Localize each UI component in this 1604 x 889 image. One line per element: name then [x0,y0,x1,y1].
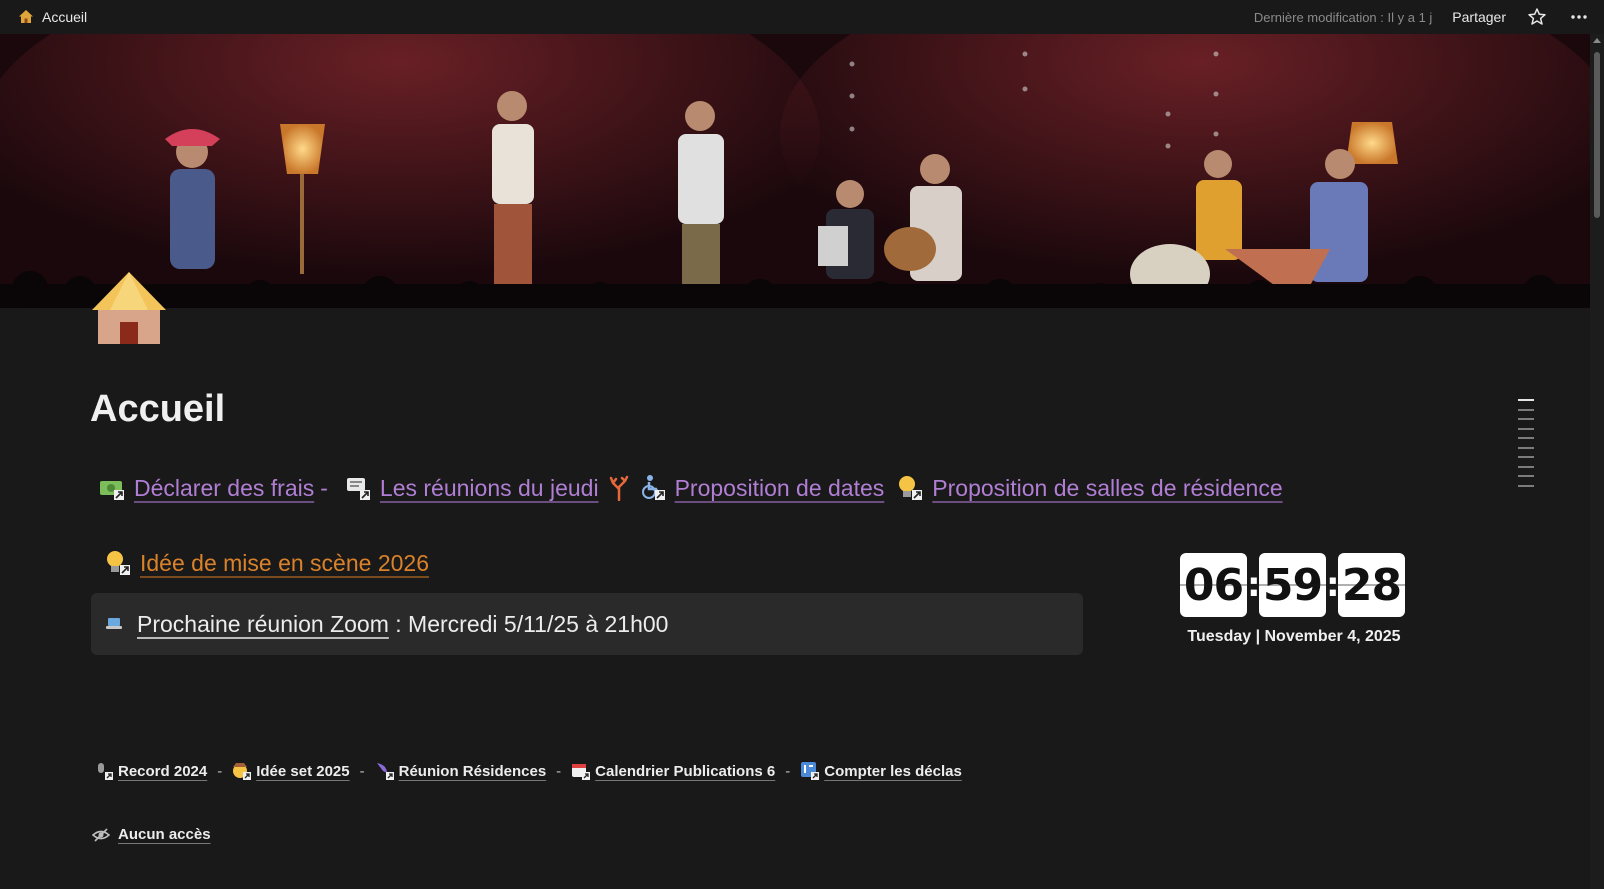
separator: - [785,762,791,780]
toc-line[interactable] [1518,446,1534,449]
link-record-2024[interactable]: Record 2024 [94,761,207,781]
no-access-label[interactable]: Aucun accès [118,826,211,843]
idea-link-label[interactable]: Idée de mise en scène 2026 [140,550,429,577]
flip-clock-widget: 06 : 59 : 28 [1180,553,1405,617]
laptop-icon [105,616,123,632]
callout-text: : Mercredi 5/11/25 à 21h00 [388,610,669,637]
toc-line[interactable] [1518,484,1534,487]
clock-colon: : [1247,565,1261,605]
link-reunion-residences[interactable]: Réunion Résidences [375,761,547,781]
link-idee-mise-en-scene[interactable]: Idée de mise en scène 2026 [104,549,429,577]
bulb-icon [896,474,924,502]
calendar-icon [571,761,591,781]
share-button[interactable]: Partager [1452,9,1506,25]
bottom-link-label[interactable]: Record 2024 [118,763,207,780]
home-icon [19,10,33,23]
last-modified-text: Dernière modification : Il y a 1 j [1253,9,1433,25]
clock-minutes: 59 [1259,553,1326,617]
link-reunions-jeudi[interactable]: Les réunions du jeudi [344,474,599,502]
coral-icon [607,475,631,501]
toc-line[interactable] [1518,475,1534,477]
money-icon [98,474,126,502]
clock-date: Tuesday | November 4, 2025 [1187,628,1401,645]
link-proposition-salles[interactable]: Proposition de salles de résidence [896,474,1283,502]
bottom-link-label[interactable]: Réunion Résidences [399,763,547,780]
link-proposition-dates[interactable]: Proposition de dates [639,474,885,502]
bottom-links-row: Record 2024 - Idée set 2025 - Réunion Ré… [94,761,962,781]
link-declarer-frais[interactable]: Déclarer des frais [98,474,314,502]
link-label[interactable]: Déclarer des frais [134,475,314,502]
link-label[interactable]: Proposition de dates [675,475,885,502]
toc-line[interactable] [1518,427,1534,430]
top-bar: Accueil Dernière modification : Il y a 1… [0,0,1604,34]
toc-line[interactable] [1518,456,1534,458]
toc-line[interactable] [1518,465,1534,468]
chat-icon [344,474,372,502]
zoom-callout: Prochaine réunion Zoom : Mercredi 5/11/2… [91,593,1083,655]
eye-slash-icon [92,827,110,843]
toc-line[interactable] [1518,408,1534,411]
toc-line[interactable] [1518,437,1534,439]
clock-seconds: 28 [1338,553,1405,617]
no-access-item[interactable]: Aucun accès [92,826,211,843]
link-idee-set-2025[interactable]: Idée set 2025 [232,761,350,781]
separator: - [359,762,365,780]
clock-colon: : [1326,565,1340,605]
numbers-icon [800,761,820,781]
table-of-contents[interactable] [1518,399,1534,487]
link-calendrier-publications[interactable]: Calendrier Publications 6 [571,761,775,781]
breadcrumb[interactable]: Accueil [18,9,87,25]
toc-line[interactable] [1518,399,1534,401]
zoom-meeting-link[interactable]: Prochaine réunion Zoom [137,611,389,638]
separator: - [556,762,562,780]
page-title: Accueil [90,388,226,430]
bulb-icon [104,549,132,577]
link-compter-declas[interactable]: Compter les déclas [800,761,962,781]
microphone-icon [94,761,114,781]
link-label[interactable]: Proposition de salles de résidence [932,475,1282,502]
scroll-up-icon[interactable] [1593,38,1601,43]
page-scrollbar[interactable] [1590,34,1604,889]
bottom-link-label[interactable]: Compter les déclas [824,763,962,780]
more-options-icon[interactable] [1568,6,1590,28]
breadcrumb-label[interactable]: Accueil [42,9,87,25]
bottom-link-label[interactable]: Calendrier Publications 6 [595,763,775,780]
scrollbar-thumb[interactable] [1594,52,1600,218]
separator: - [320,474,328,501]
cover-image[interactable] [0,34,1590,308]
hut-icon[interactable] [90,270,168,346]
toc-line[interactable] [1518,418,1534,420]
cowboy-face-icon [232,761,252,781]
clock-hours: 06 [1180,553,1247,617]
wheelchair-icon [639,474,667,502]
bottom-link-label[interactable]: Idée set 2025 [256,763,349,780]
main-links-row: Déclarer des frais - Les réunions du jeu… [98,474,1283,502]
separator: - [217,762,223,780]
link-label[interactable]: Les réunions du jeudi [380,475,599,502]
star-icon[interactable] [1526,6,1548,28]
feather-icon [375,761,395,781]
